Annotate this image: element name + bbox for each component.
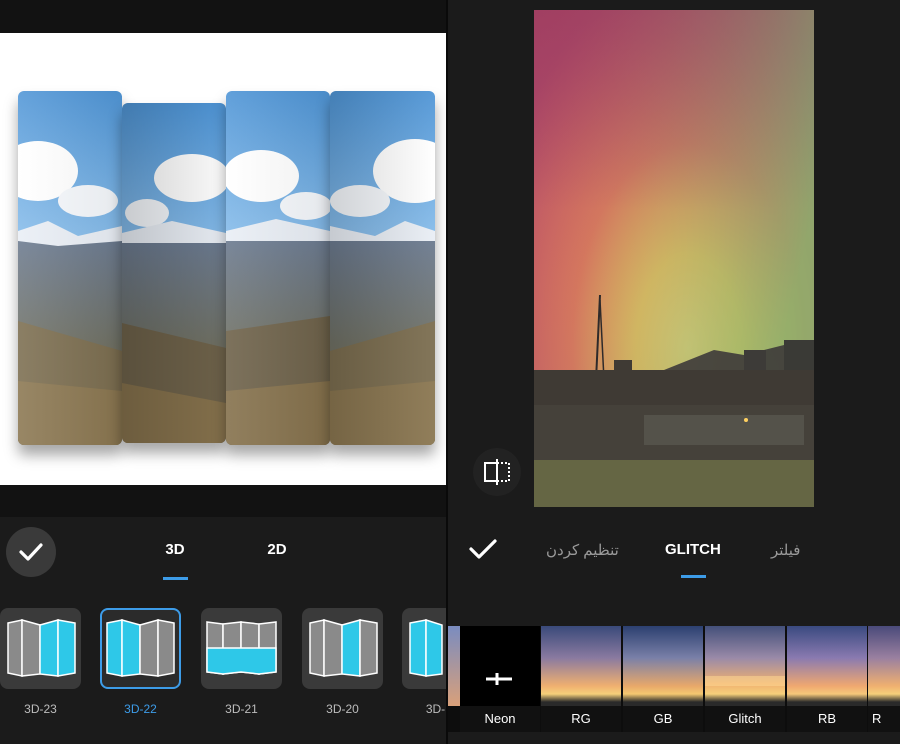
filter-label: Neon: [460, 706, 540, 732]
glitch-editor-panel: تنظیم کردن GLITCH فیلتر Neon RG GB Glitc…: [448, 0, 900, 744]
filter-label: RG: [541, 706, 621, 732]
tab-glitch[interactable]: GLITCH: [665, 541, 721, 558]
filter-label: R: [868, 706, 900, 732]
filter-label: GB: [623, 706, 703, 732]
filter-rg[interactable]: [541, 626, 621, 706]
check-icon: [469, 539, 497, 559]
template-preview: [106, 619, 175, 677]
fold-panel-4: [330, 91, 435, 445]
filter-r[interactable]: [868, 626, 900, 706]
filter-thumb-partial[interactable]: [448, 626, 460, 706]
compare-icon: [484, 459, 510, 485]
template-preview: [206, 621, 277, 675]
template-label: 3D-23: [24, 702, 57, 716]
template-label: 3D-20: [326, 702, 359, 716]
tab-adjust[interactable]: تنظیم کردن: [546, 541, 619, 559]
filter-neon[interactable]: [460, 626, 540, 706]
template-3d-23[interactable]: [0, 608, 81, 689]
tab-3d-indicator: [163, 577, 188, 580]
filter-gb[interactable]: [623, 626, 703, 706]
template-label: 3D-: [425, 702, 446, 716]
sunset-photo: [534, 10, 814, 507]
photo-preview[interactable]: [534, 10, 814, 507]
template-label: 3D-21: [225, 702, 258, 716]
fold-panel-3: [226, 91, 330, 445]
template-3d-partial[interactable]: [402, 608, 446, 689]
filter-glitch[interactable]: [705, 626, 785, 706]
check-icon: [19, 543, 43, 561]
tab-filter[interactable]: فیلتر: [771, 541, 800, 559]
filter-label: RB: [787, 706, 867, 732]
apply-button[interactable]: [6, 527, 56, 577]
filter-label: Glitch: [705, 706, 785, 732]
filter-rb[interactable]: [787, 626, 867, 706]
tab-glitch-indicator: [681, 575, 706, 578]
template-preview: [309, 619, 378, 677]
fold-panel-1: [18, 91, 122, 445]
tab-3d[interactable]: 3D: [150, 541, 200, 558]
apply-button-right[interactable]: [468, 537, 498, 563]
tab-2d[interactable]: 2D: [252, 541, 302, 558]
template-preview: [409, 618, 443, 677]
compare-button[interactable]: [473, 448, 521, 496]
template-3d-21[interactable]: [201, 608, 282, 689]
template-3d-22[interactable]: [100, 608, 181, 689]
fold-editor-panel: 3D 2D 3D-23 3D-22 3D-21 3D-20 3D-: [0, 0, 446, 744]
template-label: 3D-22: [124, 702, 157, 716]
template-3d-20[interactable]: [302, 608, 383, 689]
fold-canvas[interactable]: [0, 33, 446, 485]
fold-panel-2: [122, 103, 226, 443]
neon-filter-icon: [486, 673, 512, 685]
template-preview: [7, 619, 76, 677]
